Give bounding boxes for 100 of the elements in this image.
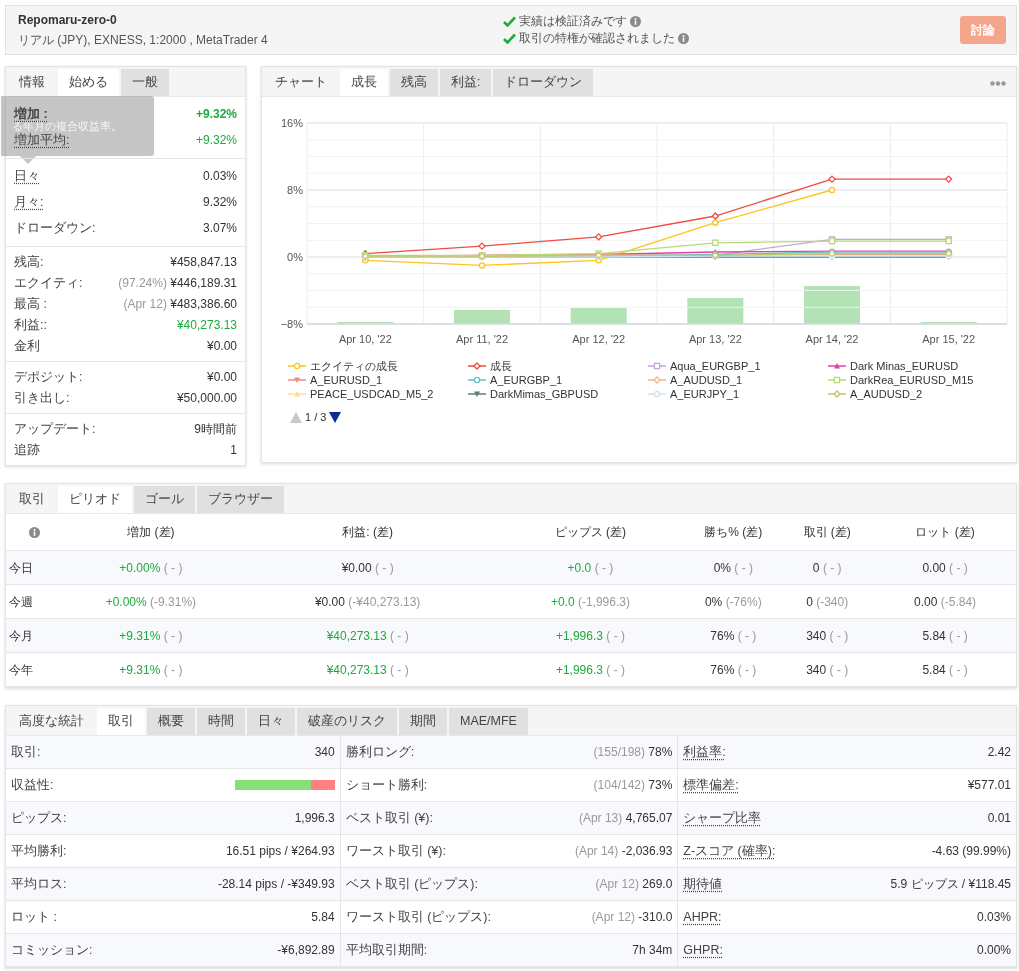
stat-value: ¥0.00 xyxy=(206,337,237,355)
period-label: 今月 xyxy=(9,628,33,643)
stat-label: 最高 : xyxy=(14,296,47,311)
stat-label: 標準偏差: xyxy=(683,776,739,794)
stat-value: 5.84 xyxy=(311,909,335,926)
stat-label: 追跡 xyxy=(14,442,40,457)
table-cell: +1,996.3 ( - ) xyxy=(555,662,625,677)
stat-label: エクイティ: xyxy=(14,275,83,290)
table-cell: 76% ( - ) xyxy=(710,628,757,643)
stat-label: GHPR: xyxy=(683,941,723,959)
stat-value: 9時間前 xyxy=(194,420,237,438)
stat-label: AHPR: xyxy=(683,908,722,926)
stat-value: 1,996.3 xyxy=(294,810,335,827)
stat-label: ワースト取引 (¥): xyxy=(345,842,446,860)
table-cell: +0.0 ( - ) xyxy=(567,560,614,575)
stat-label: デポジット: xyxy=(14,369,83,384)
column-header: 取引 (差) xyxy=(803,525,851,539)
column-header: 増加 (差) xyxy=(127,525,175,539)
stat-value: 1 xyxy=(230,441,237,459)
stat-value: -28.14 pips / -¥349.93 xyxy=(217,876,335,893)
y-axis-label: −8% xyxy=(280,318,303,330)
x-axis-label: Apr 14, '22 xyxy=(805,333,859,345)
stat-label: 残高: xyxy=(14,254,44,269)
table-cell: 5.84 ( - ) xyxy=(922,628,968,643)
table-cell: 0% ( - ) xyxy=(713,560,753,575)
stat-value: (97.24%) ¥446,189.31 xyxy=(118,274,237,292)
panel-title: 情報 xyxy=(18,74,46,91)
stat-label: Z-スコア (確率): xyxy=(683,842,776,860)
stat-value: (104/142) 73% xyxy=(593,777,673,794)
stat-label: 増加平均: xyxy=(14,133,70,147)
table-cell: 76% ( - ) xyxy=(710,662,757,677)
stat-label: 収益性: xyxy=(11,776,54,794)
stat-value: (Apr 12) 269.0 xyxy=(595,876,673,893)
table-cell: 0.00 (-5.84) xyxy=(914,594,977,609)
stat-value: 0.00% xyxy=(977,942,1011,959)
verification-text: 実績は検証済みです xyxy=(519,13,627,30)
table-cell: 340 ( - ) xyxy=(806,662,849,677)
y-axis-label: 8% xyxy=(287,184,303,196)
column-header: 利益: (差) xyxy=(342,525,393,539)
column-header: 勝ち% (差) xyxy=(704,525,763,539)
stat-label: 金利 xyxy=(14,338,40,353)
table-cell: +9.31% ( - ) xyxy=(119,662,183,677)
stat-value: ¥577.01 xyxy=(967,777,1011,794)
stat-label: 平均取引期間: xyxy=(345,941,428,959)
table-cell: +0.0 (-1,996.3) xyxy=(550,594,630,609)
table-cell: +0.00% (-9.31%) xyxy=(105,594,197,609)
stat-label: ショート勝利: xyxy=(345,776,428,794)
x-axis-label: Apr 10, '22 xyxy=(338,333,392,345)
page-indicator: 1 / 3 xyxy=(305,410,327,425)
table-cell: 0 (-340) xyxy=(806,594,849,609)
account-details: リアル (JPY), EXNESS, 1:2000 , MetaTrader 4 xyxy=(18,32,269,49)
y-axis-label: 16% xyxy=(280,117,303,129)
stat-value: -4.63 (99.99%) xyxy=(931,843,1011,860)
y-axis-label: 0% xyxy=(287,251,303,263)
stat-label: 平均勝利: xyxy=(11,842,67,860)
x-axis-label: Apr 11, '22 xyxy=(456,333,508,345)
panel-title: チャート xyxy=(274,74,328,91)
stat-label: 利益:: xyxy=(14,317,47,332)
stat-value: 16.51 pips / ¥264.93 xyxy=(225,843,335,860)
verification-text: 取引の特権が確認されました xyxy=(519,30,675,47)
stat-value: +9.32% xyxy=(195,106,237,123)
x-axis-label: Apr 12, '22 xyxy=(572,333,626,345)
stat-value: (155/198) 78% xyxy=(593,744,673,761)
account-title: Repomaru-zero-0 xyxy=(18,12,118,29)
stat-label: ドローダウン: xyxy=(14,221,96,235)
stat-value: 5.9 ピップス / ¥118.45 xyxy=(890,876,1011,893)
column-header: ロット (差) xyxy=(915,525,975,539)
stat-value: ¥0.00 xyxy=(206,368,237,386)
table-cell: ¥40,273.13 ( - ) xyxy=(326,662,409,677)
table-cell: 0% (-76%) xyxy=(704,594,762,609)
stat-label: コミッション: xyxy=(11,941,93,959)
table-cell: 5.84 ( - ) xyxy=(922,662,968,677)
stat-label: 平均ロス: xyxy=(11,875,67,893)
table-cell: 0.00 ( - ) xyxy=(922,560,968,575)
stat-label: 期待値 xyxy=(683,875,723,893)
stat-value: 0.03% xyxy=(977,909,1011,926)
table-cell: ¥0.00 ( - ) xyxy=(341,560,394,575)
table-cell: 340 ( - ) xyxy=(806,628,849,643)
stat-label: 利益率: xyxy=(683,743,726,761)
stat-label: シャープ比率 xyxy=(683,809,762,827)
stat-label: 日々 xyxy=(14,169,40,183)
table-cell: ¥0.00 (-¥40,273.13) xyxy=(314,594,421,609)
stat-value: 2.42 xyxy=(987,744,1011,761)
stat-label: ベスト取引 (ピップス): xyxy=(345,875,478,893)
stat-value: 340 xyxy=(314,744,335,761)
stat-value: 3.07% xyxy=(202,220,237,237)
stat-value: ¥40,273.13 xyxy=(176,316,237,334)
stat-label: ピップス: xyxy=(11,809,67,827)
stat-label: 引き出し: xyxy=(14,390,70,405)
stat-value: ¥50,000.00 xyxy=(176,389,237,407)
stat-value: ¥458,847.13 xyxy=(170,253,237,271)
stat-label: 増加 : xyxy=(14,107,48,121)
stat-label: アップデート: xyxy=(14,421,96,436)
x-axis-label: Apr 13, '22 xyxy=(688,333,742,345)
stat-value: 0.01 xyxy=(987,810,1011,827)
table-cell: +1,996.3 ( - ) xyxy=(555,628,625,643)
period-label: 今年 xyxy=(9,662,33,677)
stat-value: +9.32% xyxy=(195,132,237,149)
stat-label: ワースト取引 (ピップス): xyxy=(345,908,491,926)
stat-label: ロット : xyxy=(11,908,57,926)
